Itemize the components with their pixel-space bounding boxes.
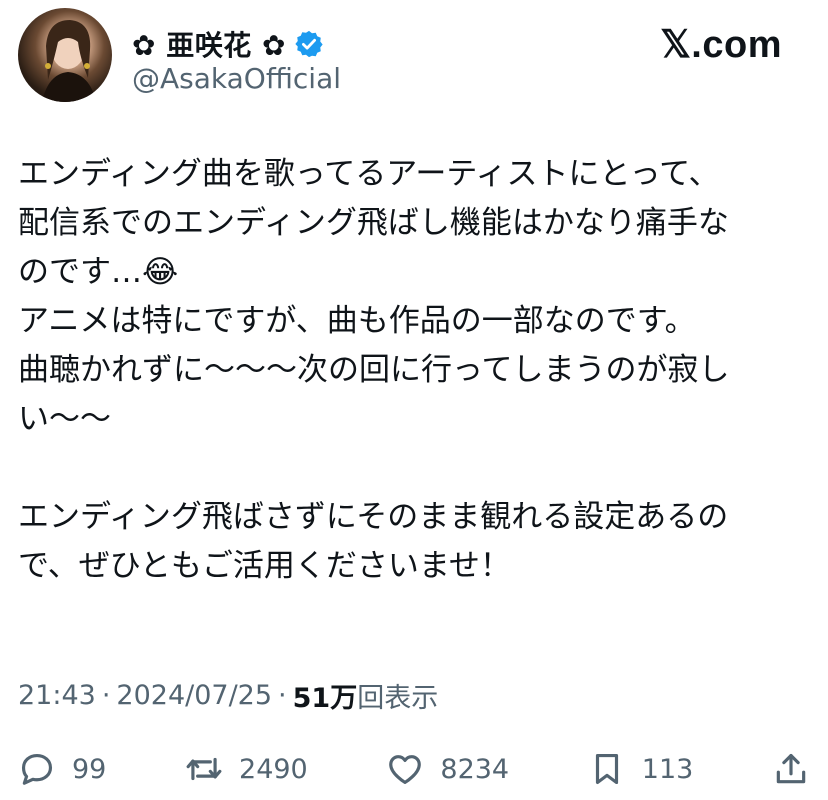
views-count: 51万 — [292, 683, 358, 714]
tweet-meta: 21:43 · 2024/07/25 · 51万回表示 — [18, 676, 438, 715]
tweet-text: エンディング曲を歌ってるアーティストにとって、 配信系でのエンディング飛ばし機能… — [18, 156, 730, 584]
like-icon — [389, 755, 422, 785]
repost-count: 2490 — [239, 753, 308, 785]
repost-icon — [186, 757, 222, 781]
meta-separator: · — [101, 680, 111, 711]
display-name[interactable]: ✿ 亜咲花 ✿ — [132, 24, 286, 64]
bookmark-button[interactable]: 113 — [588, 750, 694, 788]
repost-button[interactable]: 2490 — [185, 750, 308, 788]
avatar[interactable] — [18, 8, 112, 102]
meta-separator: · — [278, 680, 287, 711]
tweet-header: ✿ 亜咲花 ✿ @AsakaOfficial 𝕏.com — [18, 8, 818, 108]
reply-icon — [21, 753, 53, 785]
like-count: 8234 — [440, 753, 510, 785]
avatar-image — [42, 20, 96, 102]
reply-count: 99 — [72, 753, 107, 785]
bookmark-count: 113 — [641, 753, 694, 785]
x-logo: 𝕏.com — [660, 24, 782, 66]
action-bar: 99 2490 8234 113 — [18, 742, 810, 796]
user-handle[interactable]: @AsakaOfficial — [132, 62, 341, 95]
views-label: 回表示 — [357, 683, 439, 714]
verified-badge-icon — [295, 30, 323, 58]
tweet-date[interactable]: 2024/07/25 — [116, 680, 272, 711]
reply-button[interactable]: 99 — [18, 750, 106, 788]
views: 51万回表示 — [293, 676, 439, 715]
name-row: ✿ 亜咲花 ✿ — [132, 24, 324, 64]
share-icon — [776, 753, 806, 784]
like-button[interactable]: 8234 — [386, 750, 509, 788]
bookmark-icon — [595, 753, 618, 785]
tweet-time[interactable]: 21:43 — [18, 680, 96, 711]
share-button[interactable] — [772, 750, 810, 788]
